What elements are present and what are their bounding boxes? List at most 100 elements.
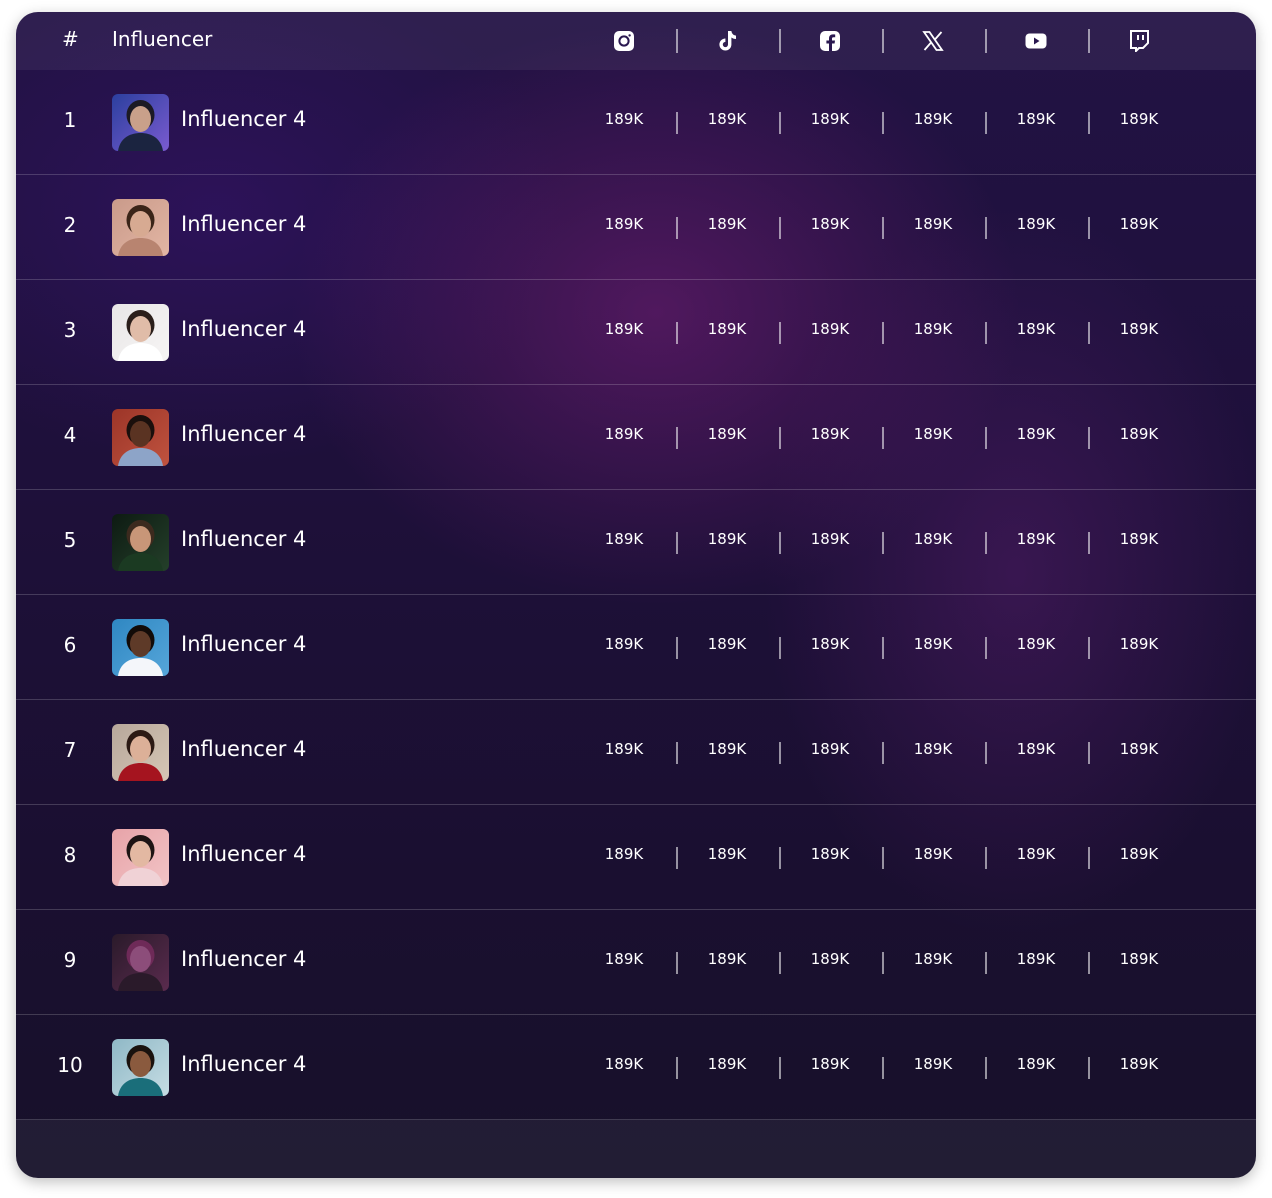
cell-divider <box>882 637 884 659</box>
x-icon[interactable] <box>921 29 945 53</box>
cell-divider <box>676 532 678 554</box>
table-row[interactable]: 4 Influencer 4 189K 189K 189K 189K 189K 189K <box>16 385 1256 490</box>
cell-divider <box>676 322 678 344</box>
cell-divider <box>1088 427 1090 449</box>
table-row[interactable]: 10 Influencer 4 189K 189K 189K 189K 189K 189K <box>16 1015 1256 1120</box>
cell-divider <box>779 742 781 764</box>
avatar[interactable] <box>112 934 169 991</box>
cell-divider <box>676 742 678 764</box>
cell-divider <box>882 532 884 554</box>
rank-number: 10 <box>57 1053 83 1077</box>
stat-x: 189K <box>913 845 953 863</box>
stat-tiktok: 189K <box>707 1055 747 1073</box>
rank-number: 5 <box>63 528 77 552</box>
twitch-icon[interactable] <box>1127 29 1151 53</box>
table-row[interactable]: 6 Influencer 4 189K 189K 189K 189K 189K 189K <box>16 595 1256 700</box>
rank-number: 3 <box>63 318 77 342</box>
stat-facebook: 189K <box>810 740 850 758</box>
cell-divider <box>1088 112 1090 134</box>
facebook-icon[interactable] <box>818 29 842 53</box>
influencer-name[interactable]: Influencer 4 <box>181 842 306 866</box>
influencer-name[interactable]: Influencer 4 <box>181 737 306 761</box>
stat-tiktok: 189K <box>707 950 747 968</box>
table-row[interactable]: 9 Influencer 4 189K 189K 189K 189K 189K 189K <box>16 910 1256 1015</box>
avatar[interactable] <box>112 514 169 571</box>
table-row[interactable]: 5 Influencer 4 189K 189K 189K 189K 189K 189K <box>16 490 1256 595</box>
table-row[interactable]: 3 Influencer 4 189K 189K 189K 189K 189K 189K <box>16 280 1256 385</box>
header-divider <box>1088 29 1090 53</box>
rank-number: 6 <box>63 633 77 657</box>
influencer-name[interactable]: Influencer 4 <box>181 527 306 551</box>
cell-divider <box>676 217 678 239</box>
cell-divider <box>779 952 781 974</box>
stat-instagram: 189K <box>604 635 644 653</box>
stat-instagram: 189K <box>604 110 644 128</box>
table-row[interactable]: 7 Influencer 4 189K 189K 189K 189K 189K 189K <box>16 700 1256 805</box>
cell-divider <box>1088 1057 1090 1079</box>
instagram-icon[interactable] <box>612 29 636 53</box>
stat-twitch: 189K <box>1119 425 1159 443</box>
stat-tiktok: 189K <box>707 530 747 548</box>
stat-facebook: 189K <box>810 425 850 443</box>
table-header: # Influencer <box>16 12 1256 70</box>
influencer-name[interactable]: Influencer 4 <box>181 422 306 446</box>
stat-tiktok: 189K <box>707 635 747 653</box>
cell-divider <box>985 637 987 659</box>
tiktok-icon[interactable] <box>715 29 739 53</box>
cell-divider <box>985 427 987 449</box>
cell-divider <box>676 637 678 659</box>
stat-x: 189K <box>913 320 953 338</box>
cell-divider <box>985 112 987 134</box>
rank-number: 7 <box>63 738 77 762</box>
cell-divider <box>779 847 781 869</box>
cell-divider <box>676 112 678 134</box>
stat-facebook: 189K <box>810 110 850 128</box>
cell-divider <box>985 1057 987 1079</box>
table-row[interactable]: 2 Influencer 4 189K 189K 189K 189K 189K 189K <box>16 175 1256 280</box>
cell-divider <box>1088 742 1090 764</box>
cell-divider <box>882 322 884 344</box>
stat-x: 189K <box>913 110 953 128</box>
avatar[interactable] <box>112 724 169 781</box>
influencer-name[interactable]: Influencer 4 <box>181 107 306 131</box>
cell-divider <box>985 322 987 344</box>
avatar[interactable] <box>112 1039 169 1096</box>
table-row[interactable]: 8 Influencer 4 189K 189K 189K 189K 189K 189K <box>16 805 1256 910</box>
stat-youtube: 189K <box>1016 215 1056 233</box>
influencer-name[interactable]: Influencer 4 <box>181 317 306 341</box>
avatar[interactable] <box>112 409 169 466</box>
stat-twitch: 189K <box>1119 845 1159 863</box>
cell-divider <box>676 1057 678 1079</box>
cell-divider <box>882 847 884 869</box>
influencer-name[interactable]: Influencer 4 <box>181 1052 306 1076</box>
rank-number: 8 <box>63 843 77 867</box>
stat-tiktok: 189K <box>707 110 747 128</box>
influencer-name[interactable]: Influencer 4 <box>181 212 306 236</box>
stat-tiktok: 189K <box>707 215 747 233</box>
avatar[interactable] <box>112 619 169 676</box>
cell-divider <box>985 952 987 974</box>
avatar[interactable] <box>112 829 169 886</box>
cell-divider <box>882 742 884 764</box>
stat-x: 189K <box>913 635 953 653</box>
stat-twitch: 189K <box>1119 215 1159 233</box>
stat-twitch: 189K <box>1119 635 1159 653</box>
stat-youtube: 189K <box>1016 425 1056 443</box>
youtube-icon[interactable] <box>1024 29 1048 53</box>
stat-youtube: 189K <box>1016 740 1056 758</box>
cell-divider <box>676 427 678 449</box>
cell-divider <box>985 217 987 239</box>
avatar[interactable] <box>112 199 169 256</box>
cell-divider <box>985 742 987 764</box>
avatar[interactable] <box>112 94 169 151</box>
influencer-name[interactable]: Influencer 4 <box>181 947 306 971</box>
table-row[interactable]: 1 Influencer 4 189K 189K 189K 189K 189K 189K <box>16 70 1256 175</box>
header-divider <box>676 29 678 53</box>
stat-x: 189K <box>913 425 953 443</box>
influencer-name[interactable]: Influencer 4 <box>181 632 306 656</box>
avatar[interactable] <box>112 304 169 361</box>
stat-youtube: 189K <box>1016 950 1056 968</box>
stat-tiktok: 189K <box>707 845 747 863</box>
stat-tiktok: 189K <box>707 320 747 338</box>
stat-facebook: 189K <box>810 950 850 968</box>
